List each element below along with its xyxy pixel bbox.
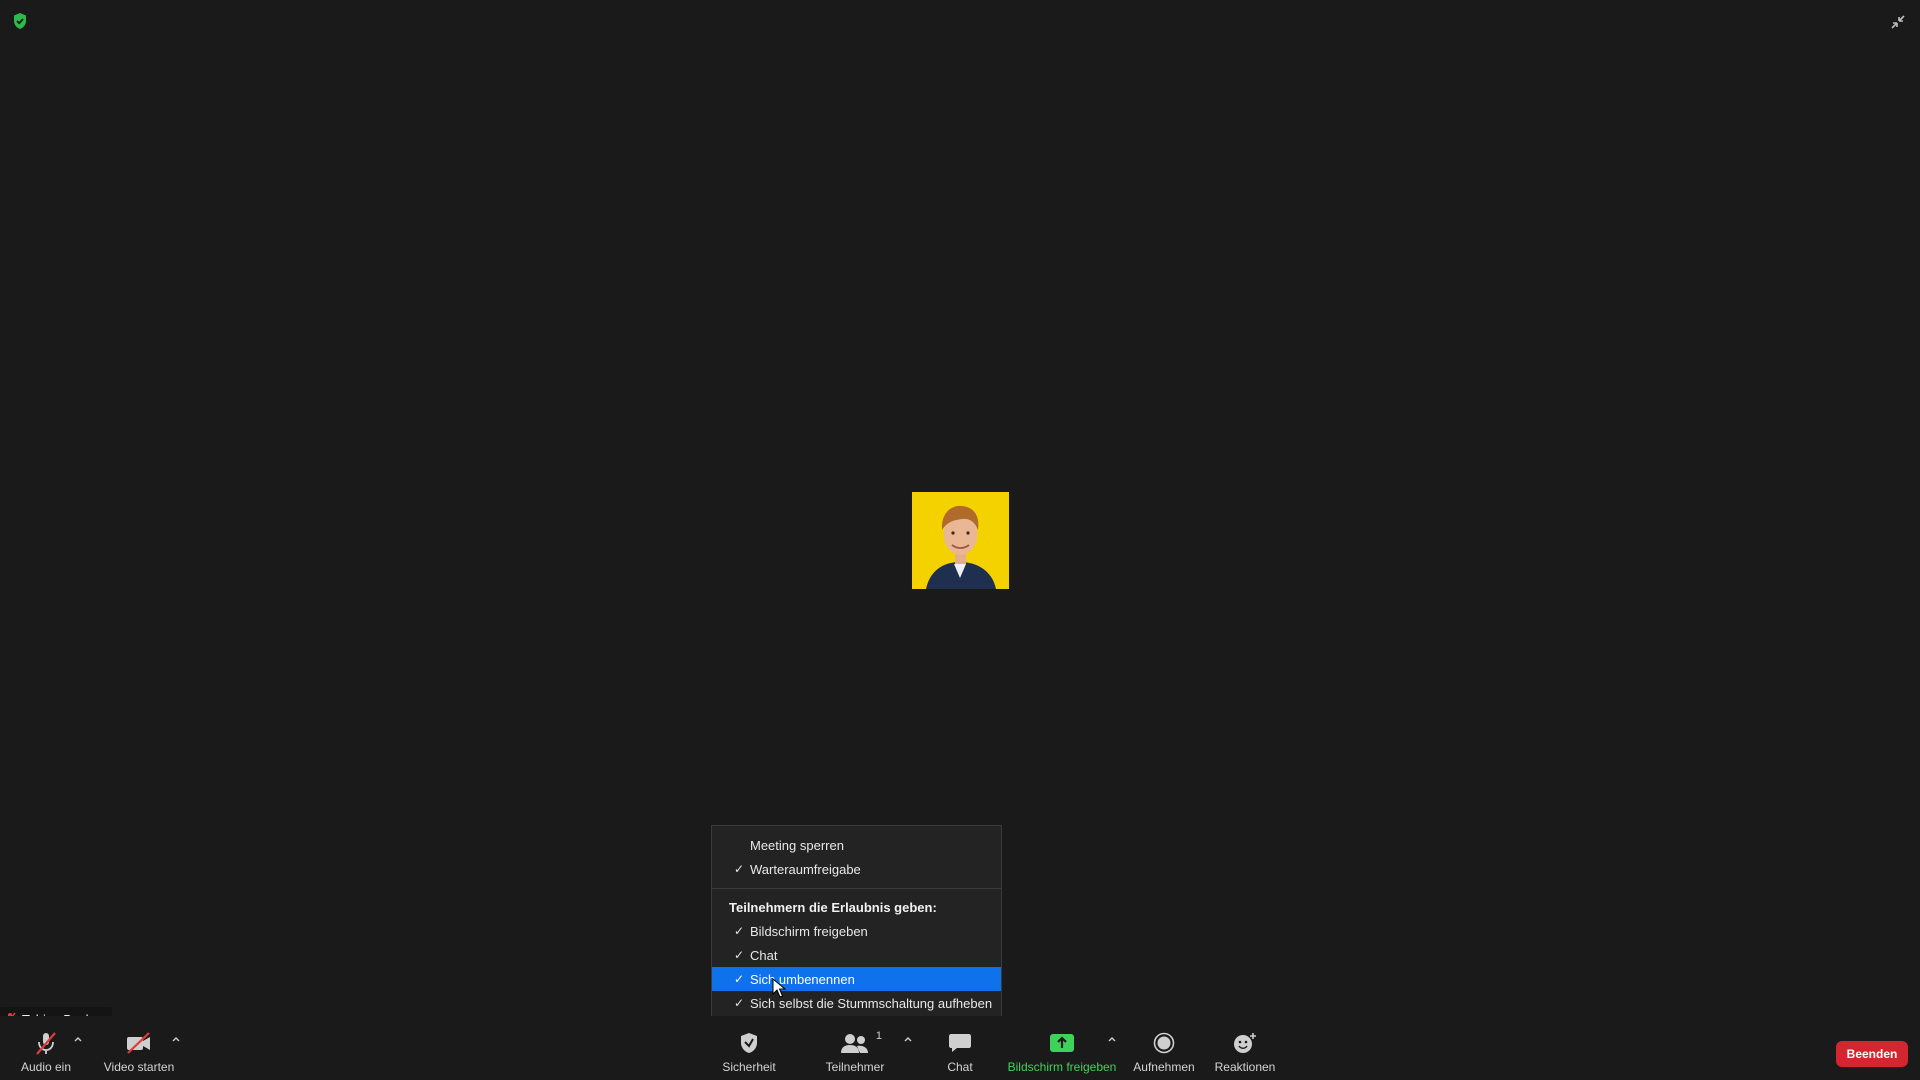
record-button[interactable]: Aufnehmen	[1128, 1016, 1200, 1080]
reactions-label: Reaktionen	[1214, 1060, 1276, 1074]
menu-item-label: Sich umbenennen	[750, 971, 855, 987]
security-button[interactable]: Sicherheit	[712, 1016, 786, 1080]
share-screen-icon	[1048, 1030, 1076, 1056]
check-icon: ✓	[733, 862, 745, 876]
check-icon: ✓	[733, 948, 745, 962]
chevron-up-icon[interactable]	[72, 1034, 84, 1044]
participants-count: 1	[875, 1030, 882, 1042]
video-button[interactable]: Video starten	[100, 1016, 178, 1080]
chat-label: Chat	[947, 1060, 973, 1074]
record-icon	[1150, 1030, 1178, 1056]
chat-bubble-icon	[946, 1030, 974, 1056]
chat-button[interactable]: Chat	[934, 1016, 986, 1080]
participant-avatar	[912, 492, 1009, 589]
menu-item-share-screen[interactable]: ✓ Bildschirm freigeben	[712, 919, 1001, 943]
permissions-heading: Teilnehmern die Erlaubnis geben:	[729, 900, 937, 915]
share-screen-label: Bildschirm freigeben	[1007, 1060, 1117, 1074]
chevron-up-icon[interactable]	[902, 1034, 914, 1044]
microphone-muted-icon	[32, 1030, 60, 1056]
avatar-portrait	[912, 492, 1009, 589]
menu-item-chat[interactable]: ✓ Chat	[712, 943, 1001, 967]
check-icon: ✓	[733, 996, 745, 1010]
menu-item-label: Warteraumfreigabe	[750, 861, 861, 877]
menu-item-unmute-self[interactable]: ✓ Sich selbst die Stummschaltung aufhebe…	[712, 991, 1001, 1015]
participants-button[interactable]: 1 Teilnehmer	[818, 1016, 892, 1080]
menu-item-label: Chat	[750, 947, 778, 963]
security-menu: Meeting sperren ✓ Warteraumfreigabe Teil…	[711, 825, 1002, 1022]
reactions-button[interactable]: Reaktionen	[1210, 1016, 1280, 1080]
record-label: Aufnehmen	[1133, 1060, 1195, 1074]
shield-icon	[735, 1030, 763, 1056]
emoji-add-icon	[1231, 1030, 1259, 1056]
audio-button[interactable]: Audio ein	[16, 1016, 76, 1080]
menu-item-waiting-room[interactable]: ✓ Warteraumfreigabe	[712, 857, 1001, 881]
chevron-up-icon[interactable]	[170, 1034, 182, 1044]
exit-fullscreen-icon[interactable]	[1888, 12, 1908, 32]
shield-check-icon[interactable]	[12, 12, 28, 30]
audio-label: Audio ein	[20, 1060, 72, 1074]
check-icon: ✓	[733, 972, 745, 986]
people-icon: 1	[830, 1030, 882, 1056]
share-screen-button[interactable]: Bildschirm freigeben	[1004, 1016, 1120, 1080]
video-label: Video starten	[103, 1060, 175, 1074]
chevron-up-icon[interactable]	[1106, 1034, 1118, 1044]
end-meeting-button[interactable]: Beenden	[1836, 1041, 1908, 1067]
meeting-toolbar: Audio ein Video starten Sicherheit 1 Tei…	[0, 1016, 1920, 1080]
menu-item-label: Bildschirm freigeben	[750, 923, 868, 939]
menu-item-label: Meeting sperren	[750, 837, 844, 853]
security-label: Sicherheit	[722, 1060, 776, 1074]
check-icon: ✓	[733, 924, 745, 938]
menu-item-lock-meeting[interactable]: Meeting sperren	[712, 833, 1001, 857]
menu-divider	[712, 888, 1001, 889]
video-off-icon	[125, 1030, 153, 1056]
menu-item-rename-self[interactable]: ✓ Sich umbenennen	[712, 967, 1001, 991]
participants-label: Teilnehmer	[825, 1060, 885, 1074]
menu-item-label: Sich selbst die Stummschaltung aufheben	[750, 995, 993, 1011]
meeting-window: Tobias Becker Meeting sperren ✓ Warterau…	[0, 0, 1920, 1080]
